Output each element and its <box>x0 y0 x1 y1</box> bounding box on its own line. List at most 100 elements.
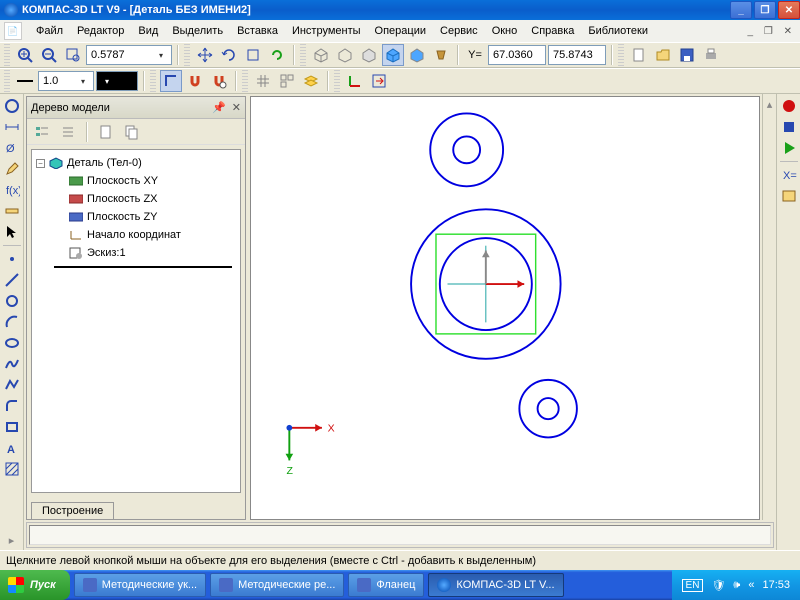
polyline-icon[interactable] <box>2 375 22 395</box>
rotate-icon[interactable] <box>218 44 240 66</box>
ellipse-icon[interactable] <box>2 333 22 353</box>
lang-indicator[interactable]: EN <box>682 579 704 592</box>
save-icon[interactable] <box>676 44 698 66</box>
menu-service[interactable]: Сервис <box>434 23 484 39</box>
sketch-exit-icon[interactable] <box>368 70 390 92</box>
snap-settings-icon[interactable] <box>208 70 230 92</box>
rectangle-icon[interactable] <box>2 417 22 437</box>
new-icon[interactable] <box>628 44 650 66</box>
symbols-icon[interactable]: Ø <box>2 138 22 158</box>
expand-icon[interactable]: ▸ <box>2 530 22 550</box>
layers-icon[interactable] <box>300 70 322 92</box>
taskbar-app-active[interactable]: КОМПАС-3D LT V... <box>428 573 563 597</box>
menu-libraries[interactable]: Библиотеки <box>582 23 654 39</box>
hatch-icon[interactable] <box>2 459 22 479</box>
maximize-button[interactable]: ❐ <box>754 1 776 19</box>
visible-lines-icon[interactable] <box>358 44 380 66</box>
shaded-icon[interactable] <box>382 44 404 66</box>
grip-icon[interactable] <box>184 44 190 66</box>
style-icon[interactable] <box>14 70 36 92</box>
lib-icon[interactable] <box>779 186 799 206</box>
pan-icon[interactable] <box>194 44 216 66</box>
taskbar-app[interactable]: Методические ук... <box>74 573 206 597</box>
new-doc-icon[interactable]: 📄 <box>4 22 22 40</box>
open-icon[interactable] <box>652 44 674 66</box>
circle-icon[interactable] <box>2 291 22 311</box>
taskbar-app[interactable]: Фланец <box>348 573 424 597</box>
tray-volume-icon[interactable]: 🕪 <box>733 579 740 592</box>
command-bar[interactable] <box>26 522 774 548</box>
grip-icon[interactable] <box>4 70 10 92</box>
close-button[interactable]: ✕ <box>778 1 800 19</box>
zoom-value-input[interactable]: 0.5787▾ <box>86 45 172 65</box>
arc-icon[interactable] <box>2 312 22 332</box>
menu-help[interactable]: Справка <box>525 23 580 39</box>
views-icon[interactable] <box>276 70 298 92</box>
grip-icon[interactable] <box>300 44 306 66</box>
menu-view[interactable]: Вид <box>132 23 164 39</box>
tree-config-icon[interactable] <box>31 121 53 143</box>
select-icon[interactable] <box>2 222 22 242</box>
dimensions-icon[interactable] <box>2 117 22 137</box>
coord-input[interactable]: Y= <box>464 44 486 66</box>
tree-body[interactable]: − Деталь (Тел-0) Плоскость XY Плоскость … <box>31 149 241 493</box>
menu-edit[interactable]: Редактор <box>71 23 130 39</box>
hidden-lines-icon[interactable] <box>334 44 356 66</box>
stop-icon[interactable] <box>779 117 799 137</box>
fit-icon[interactable] <box>242 44 264 66</box>
menu-tools[interactable]: Инструменты <box>286 23 367 39</box>
menu-file[interactable]: Файл <box>30 23 69 39</box>
tray-expand-icon[interactable]: « <box>748 579 754 591</box>
geometry-icon[interactable] <box>2 96 22 116</box>
tree-props-icon[interactable] <box>95 121 117 143</box>
taskbar-app[interactable]: Методические ре... <box>210 573 344 597</box>
mdi-buttons[interactable]: _ ❐ ✕ <box>748 26 796 37</box>
start-button[interactable]: Пуск <box>0 570 70 600</box>
line-icon[interactable] <box>2 270 22 290</box>
grip-icon[interactable] <box>4 44 10 66</box>
fillet-icon[interactable] <box>2 396 22 416</box>
menu-operations[interactable]: Операции <box>369 23 432 39</box>
perspective-icon[interactable] <box>430 44 452 66</box>
grid-icon[interactable] <box>252 70 274 92</box>
text-icon[interactable]: A <box>2 438 22 458</box>
close-panel-icon[interactable]: ✕ <box>232 101 241 114</box>
ortho-icon[interactable] <box>160 70 182 92</box>
zoom-in-icon[interactable] <box>14 44 36 66</box>
lcs-icon[interactable] <box>344 70 366 92</box>
tab-build[interactable]: Построение <box>31 502 114 519</box>
grip-icon[interactable] <box>334 70 340 92</box>
macro-icon[interactable] <box>779 96 799 116</box>
spline-icon[interactable] <box>2 354 22 374</box>
coord-x[interactable]: 67.0360 <box>488 45 546 65</box>
menu-window[interactable]: Окно <box>486 23 524 39</box>
tree-copy-icon[interactable] <box>121 121 143 143</box>
tree-list-icon[interactable] <box>57 121 79 143</box>
color-input[interactable]: ▾ <box>96 71 138 91</box>
params-icon[interactable]: f(x) <box>2 180 22 200</box>
coord-y[interactable]: 75.8743 <box>548 45 606 65</box>
play-icon[interactable] <box>779 138 799 158</box>
pin-icon[interactable]: 📌 <box>212 101 226 114</box>
clock[interactable]: 17:53 <box>762 579 790 591</box>
refresh-icon[interactable] <box>266 44 288 66</box>
collapse-icon[interactable]: − <box>36 159 45 168</box>
menu-insert[interactable]: Вставка <box>231 23 284 39</box>
grip-icon[interactable] <box>242 70 248 92</box>
variables-icon[interactable]: X= <box>779 165 799 185</box>
drawing-canvas[interactable]: X Z <box>250 96 760 520</box>
grip-icon[interactable] <box>618 44 624 66</box>
measure-icon[interactable] <box>2 201 22 221</box>
system-tray[interactable]: EN 🛡 🕪 « 17:53 <box>672 570 800 600</box>
grip-icon[interactable] <box>150 70 156 92</box>
point-icon[interactable] <box>2 249 22 269</box>
shaded-edges-icon[interactable] <box>406 44 428 66</box>
zoom-out-icon[interactable] <box>38 44 60 66</box>
scale-input[interactable]: 1.0▾ <box>38 71 94 91</box>
snap-icon[interactable] <box>184 70 206 92</box>
zoom-window-icon[interactable] <box>62 44 84 66</box>
edit-icon[interactable] <box>2 159 22 179</box>
print-icon[interactable] <box>700 44 722 66</box>
menu-select[interactable]: Выделить <box>166 23 229 39</box>
tray-shield-icon[interactable]: 🛡 <box>711 579 725 592</box>
